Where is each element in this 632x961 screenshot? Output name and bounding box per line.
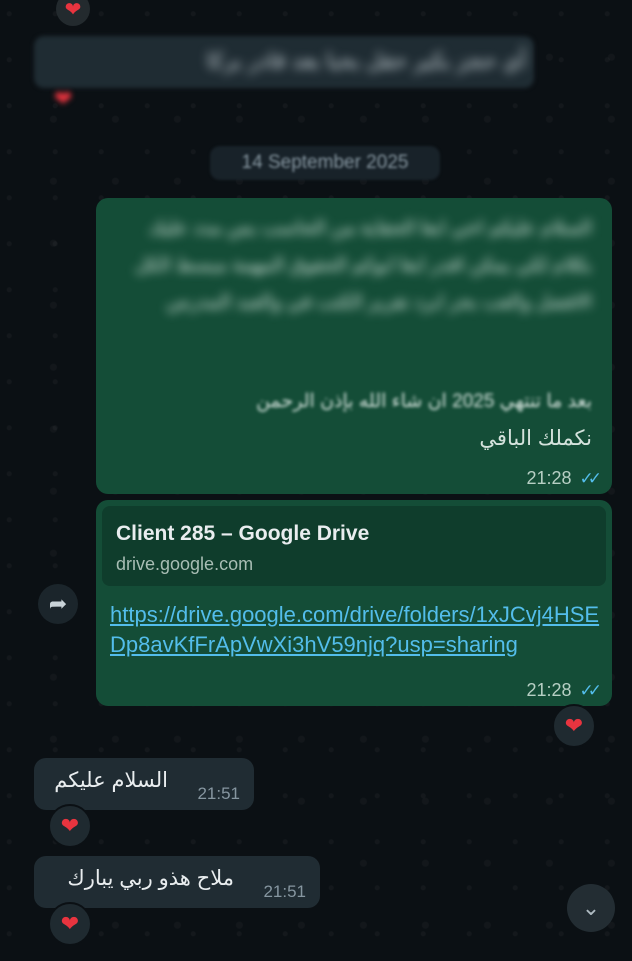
date-separator: 14 September 2025 (210, 146, 440, 180)
reaction-heart-icon[interactable]: ❤ (48, 804, 92, 848)
incoming-message-bubble[interactable]: السلام عليكم 21:51 (34, 758, 254, 810)
read-ticks-icon: ✓✓ (579, 468, 602, 488)
message-link[interactable]: https://drive.google.com/drive/folders/1… (110, 600, 600, 660)
double-chevron-down-icon: ⌄ (581, 895, 601, 920)
blurred-heart-icon: ❤ (54, 86, 73, 111)
link-preview-title: Client 285 – Google Drive (116, 522, 370, 545)
message-line: نكملك الباقي (479, 427, 592, 450)
message-time: 21:28 (526, 680, 572, 700)
outgoing-link-message[interactable]: Client 285 – Google Drive drive.google.c… (96, 500, 612, 706)
message-line: بعد ما تنتهي 2025 ان شاء الله بإذن الرحم… (256, 391, 592, 412)
message-meta: 21:28 ✓✓ (526, 468, 602, 489)
message-time: 21:51 (197, 784, 240, 803)
forward-button[interactable]: ➦ (38, 584, 78, 624)
reaction-heart-icon[interactable]: ❤ (552, 704, 596, 748)
reaction-heart-icon[interactable]: ❤ (48, 902, 92, 946)
blurred-message-text: أي حجز بكير حقل بحبا بعد قادر بركا (206, 48, 526, 73)
message-time: 21:28 (526, 468, 572, 488)
message-time: 21:51 (263, 882, 306, 901)
read-ticks-icon: ✓✓ (579, 680, 602, 700)
outgoing-message-bubble[interactable]: السلام عليكم اخي ابغا الحقاية من الحاسب … (96, 198, 612, 494)
message-text: ملاح هذو ربي يبارك (67, 867, 234, 890)
forward-icon: ➦ (48, 591, 68, 616)
incoming-message-bubble[interactable]: ملاح هذو ربي يبارك 21:51 (34, 856, 320, 908)
link-preview-card[interactable]: Client 285 – Google Drive drive.google.c… (102, 506, 606, 586)
message-meta: 21:28 ✓✓ (526, 680, 602, 701)
message-text: السلام عليكم (54, 769, 168, 792)
link-preview-domain: drive.google.com (116, 554, 254, 574)
blurred-message-text: السلام عليكم اخي ابغا الحقاية من الحاسب … (134, 218, 592, 313)
scroll-to-bottom-button[interactable]: ⌄ (567, 884, 615, 932)
